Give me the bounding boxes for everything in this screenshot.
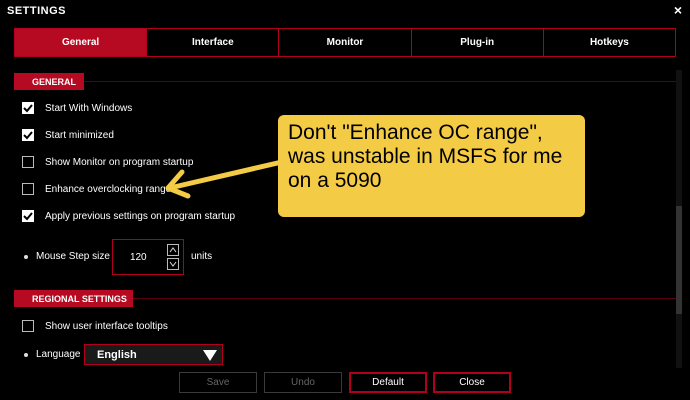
- option-show-tooltips[interactable]: Show user interface tooltips: [22, 319, 168, 333]
- scrollbar[interactable]: [676, 70, 682, 368]
- mouse-step-stepper[interactable]: 120: [112, 239, 184, 275]
- tab-bar: General Interface Monitor Plug-in Hotkey…: [14, 28, 676, 57]
- close-icon[interactable]: ×: [674, 3, 682, 17]
- language-label: Language: [36, 349, 81, 360]
- tab-general[interactable]: General: [15, 29, 148, 56]
- option-start-with-windows[interactable]: Start With Windows: [22, 101, 132, 115]
- mouse-step-units: units: [191, 251, 213, 262]
- section-header-general: GENERAL: [14, 73, 84, 90]
- option-label: Enhance overclocking range: [45, 183, 172, 195]
- save-button[interactable]: Save: [179, 372, 257, 393]
- checkbox-unchecked-icon[interactable]: [22, 183, 34, 195]
- checkbox-checked-icon[interactable]: [22, 102, 34, 114]
- tab-interface[interactable]: Interface: [147, 29, 280, 56]
- option-start-minimized[interactable]: Start minimized: [22, 128, 114, 142]
- language-value: English: [97, 348, 137, 361]
- option-label: Show user interface tooltips: [45, 320, 168, 332]
- section-header-regional: REGIONAL SETTINGS: [14, 290, 133, 307]
- section-divider: [133, 298, 676, 299]
- window-title: SETTINGS: [7, 5, 67, 17]
- option-label: Start With Windows: [45, 102, 133, 114]
- tab-monitor[interactable]: Monitor: [279, 29, 412, 56]
- annotation-callout: Don't "Enhance OC range", was unstable i…: [278, 115, 585, 217]
- checkbox-checked-icon[interactable]: [22, 210, 34, 222]
- option-label: Apply previous settings on program start…: [45, 210, 236, 222]
- option-apply-previous[interactable]: Apply previous settings on program start…: [22, 209, 235, 223]
- dropdown-arrow-icon[interactable]: [203, 350, 217, 361]
- scrollbar-thumb[interactable]: [676, 206, 682, 314]
- option-enhance-overclocking[interactable]: Enhance overclocking range: [22, 182, 171, 196]
- close-button[interactable]: Close: [433, 372, 511, 393]
- bullet-icon: [24, 353, 28, 357]
- tab-plug-in[interactable]: Plug-in: [411, 29, 544, 56]
- tab-hotkeys[interactable]: Hotkeys: [543, 29, 676, 56]
- mouse-step-value[interactable]: 120: [113, 240, 164, 274]
- checkbox-unchecked-icon[interactable]: [22, 156, 34, 168]
- option-label: Start minimized: [45, 129, 114, 141]
- title-bar: SETTINGS ×: [0, 0, 690, 22]
- stepper-arrows: [164, 240, 183, 274]
- step-down-icon[interactable]: [167, 258, 180, 270]
- default-button[interactable]: Default: [349, 372, 427, 393]
- mouse-step-label: Mouse Step size: [36, 251, 110, 262]
- section-divider: [84, 81, 676, 82]
- step-up-icon[interactable]: [167, 244, 180, 256]
- annotation-arrow-icon: [165, 160, 285, 199]
- undo-button[interactable]: Undo: [264, 372, 342, 393]
- language-select[interactable]: English: [84, 344, 223, 365]
- bullet-icon: [24, 255, 28, 259]
- checkbox-unchecked-icon[interactable]: [22, 320, 34, 332]
- checkbox-checked-icon[interactable]: [22, 129, 34, 141]
